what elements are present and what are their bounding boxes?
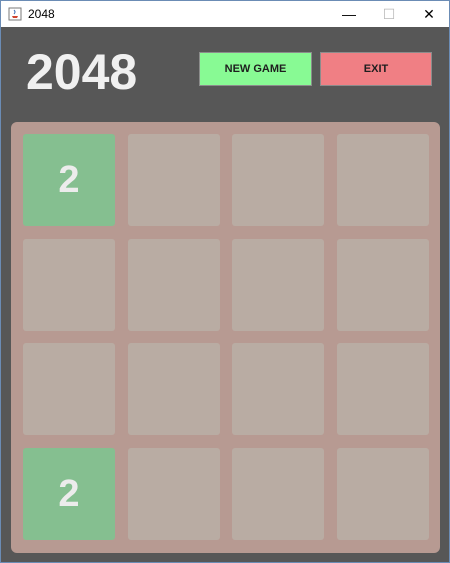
tile [337,134,429,226]
tile [23,343,115,435]
java-app-icon [8,7,22,21]
new-game-button[interactable]: NEW GAME [199,52,312,86]
tile [232,239,324,331]
tile [23,239,115,331]
tile [128,343,220,435]
minimize-button[interactable]: — [329,1,369,27]
exit-button[interactable]: EXIT [320,52,432,86]
maximize-icon: ☐ [382,5,396,22]
game-logo: 2048 [26,44,138,100]
title-bar: 2048 — ☐ ✕ [1,1,449,27]
close-button[interactable]: ✕ [409,1,449,27]
window-title: 2048 [28,7,55,21]
tile [232,343,324,435]
tile [128,239,220,331]
tile [128,448,220,540]
tile: 2 [23,448,115,540]
tile [128,134,220,226]
game-board: 22 [11,122,440,553]
tile [337,448,429,540]
tile [337,239,429,331]
app-window: 2048 — ☐ ✕ 2048 NEW GAME EXIT 22 [0,0,450,563]
tile [337,343,429,435]
minimize-icon: — [342,6,356,22]
maximize-button[interactable]: ☐ [369,1,409,27]
tile: 2 [23,134,115,226]
window-controls: — ☐ ✕ [329,1,449,27]
tile [232,134,324,226]
tile [232,448,324,540]
close-icon: ✕ [423,5,435,22]
game-area: 2048 NEW GAME EXIT 22 [1,27,449,562]
